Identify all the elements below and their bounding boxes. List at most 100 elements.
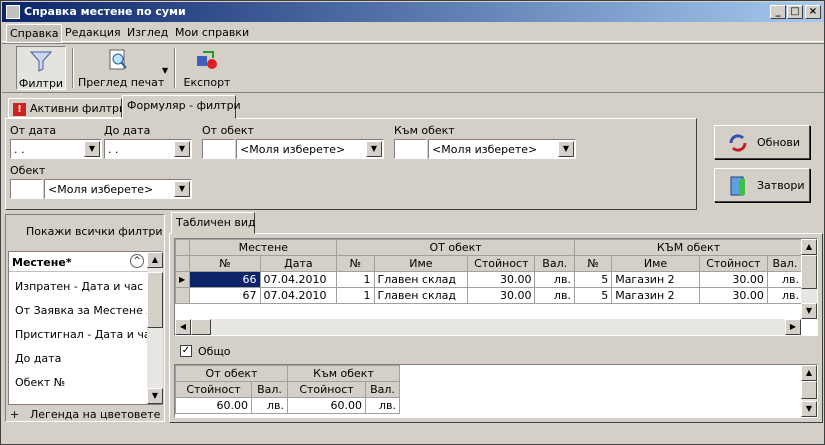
group-header-to: КЪМ обект	[573, 239, 804, 256]
column-header[interactable]: Вал.	[766, 255, 804, 272]
column-header[interactable]: №	[336, 255, 375, 272]
table-horizontal-scrollbar[interactable]: ◀ ▶	[175, 319, 801, 335]
print-preview-dropdown-icon[interactable]: ▼	[162, 66, 168, 75]
show-all-filters-link[interactable]: Покажи всички филтри	[26, 225, 163, 238]
group-header-from: От обект	[175, 365, 288, 382]
minimize-button[interactable]: _	[770, 5, 786, 19]
from-object-code-input[interactable]	[202, 139, 235, 159]
table-vertical-scrollbar[interactable]: ▲ ▼	[801, 239, 817, 319]
list-item[interactable]: Обект №	[15, 376, 65, 389]
scroll-thumb[interactable]	[801, 381, 817, 399]
toolbar-separator	[72, 48, 74, 88]
list-item[interactable]: До дата	[15, 352, 61, 365]
door-exit-icon	[730, 176, 745, 196]
menu-spravka[interactable]: Справка	[6, 24, 63, 43]
scroll-down-icon[interactable]: ▼	[801, 303, 817, 319]
column-header[interactable]: Име	[373, 255, 469, 272]
tab-active-filters[interactable]: ! Активни филтри	[8, 98, 126, 118]
title-bar: Справка местене по суми _ □ ×	[2, 2, 824, 22]
menu-view[interactable]: Изглед	[127, 26, 168, 39]
tab-table-view[interactable]: Табличен вид	[171, 212, 256, 234]
row-indicator-header	[175, 255, 191, 272]
totals-table-grid: От обект Към обект Стойност Вал. Стойнос…	[174, 364, 818, 418]
list-item[interactable]: Изпратен - Дата и час	[15, 280, 143, 293]
from-date-label: От дата	[10, 124, 57, 137]
warning-icon: !	[13, 102, 26, 116]
left-filter-panel: Покажи всички филтри Местене* ^ Изпратен…	[5, 214, 165, 422]
plus-icon[interactable]: +	[10, 408, 19, 421]
column-header[interactable]: Стойност	[175, 381, 252, 398]
scroll-right-icon[interactable]: ▶	[785, 319, 801, 335]
column-header[interactable]: Стойност	[698, 255, 768, 272]
color-legend-link[interactable]: Легенда на цветовете	[30, 408, 160, 421]
list-item[interactable]: Пристигнал - Дата и час	[15, 328, 157, 341]
to-object-code-input[interactable]	[394, 139, 427, 159]
scroll-up-icon[interactable]: ▲	[147, 252, 163, 268]
scroll-down-icon[interactable]: ▼	[147, 388, 163, 404]
filter-list: Местене* ^ Изпратен - Дата и час От Заяв…	[8, 251, 163, 405]
column-header[interactable]: Вал.	[251, 381, 288, 398]
scroll-thumb[interactable]	[801, 255, 817, 289]
group-header-to: Към обект	[287, 365, 400, 382]
total-label: Общо	[198, 345, 231, 358]
column-header[interactable]: Стойност	[467, 255, 536, 272]
table-row[interactable]: ▶ 66 07.04.2010 1 Главен склад 30.00 лв.…	[175, 271, 804, 288]
list-item[interactable]: От Заявка за Местене №	[15, 304, 158, 317]
moves-table-grid: Местене ОТ обект КЪМ обект № Дата № Име …	[174, 238, 818, 336]
menu-my-reports[interactable]: Мои справки	[175, 26, 249, 39]
refresh-icon	[729, 134, 747, 152]
refresh-button[interactable]: Обнови	[714, 125, 810, 159]
group-header-move: Местене	[189, 239, 338, 256]
to-date-field[interactable]: . . ▼	[104, 139, 192, 159]
collapse-icon[interactable]: ^	[130, 254, 144, 268]
menu-edit[interactable]: Редакция	[65, 26, 121, 39]
object-select[interactable]: <Моля изберете> ▼	[44, 179, 192, 199]
scroll-thumb[interactable]	[191, 319, 211, 335]
print-preview-button[interactable]: Преглед печат	[78, 46, 164, 90]
chevron-down-icon[interactable]: ▼	[174, 141, 190, 157]
toolbar: Филтри Преглед печат ▼ Експорт	[2, 43, 824, 93]
left-list-scrollbar[interactable]: ▲ ▼	[147, 252, 163, 404]
filter-icon	[29, 51, 53, 72]
chevron-down-icon[interactable]: ▼	[558, 141, 574, 157]
total-checkbox[interactable]: ✓	[180, 345, 192, 357]
close-button[interactable]: Затвори	[714, 168, 810, 202]
scroll-up-icon[interactable]: ▲	[801, 365, 817, 381]
from-object-label: От обект	[202, 124, 254, 137]
table-row[interactable]: 60.00 лв. 60.00 лв.	[175, 397, 400, 414]
export-button[interactable]: Експорт	[182, 46, 232, 90]
toolbar-separator	[174, 48, 176, 88]
column-header[interactable]: Име	[611, 255, 700, 272]
table-view-panel: Местене ОТ обект КЪМ обект № Дата № Име …	[169, 233, 823, 423]
to-object-select[interactable]: <Моля изберете> ▼	[428, 139, 576, 159]
from-object-select[interactable]: <Моля изберете> ▼	[236, 139, 384, 159]
table-row[interactable]: 67 07.04.2010 1 Главен склад 30.00 лв. 5…	[175, 287, 804, 304]
window-title: Справка местене по суми	[24, 5, 186, 18]
object-label: Обект	[10, 164, 46, 177]
column-header[interactable]: №	[573, 255, 613, 272]
menu-bar: Справка Редакция Изглед Мои справки	[2, 23, 824, 43]
scroll-down-icon[interactable]: ▼	[801, 401, 817, 417]
tab-form-filters[interactable]: Формуляр - филтри	[122, 95, 241, 119]
column-header[interactable]: Дата	[259, 255, 338, 272]
object-code-input[interactable]	[10, 179, 43, 199]
filter-list-header[interactable]: Местене* ^	[9, 252, 147, 272]
column-header[interactable]: Стойност	[287, 381, 366, 398]
chevron-down-icon[interactable]: ▼	[84, 141, 100, 157]
chevron-down-icon[interactable]: ▼	[366, 141, 382, 157]
column-header[interactable]: Вал.	[365, 381, 400, 398]
scroll-thumb[interactable]	[147, 272, 163, 328]
from-date-field[interactable]: . . ▼	[10, 139, 102, 159]
scroll-left-icon[interactable]: ◀	[175, 319, 191, 335]
close-window-button[interactable]: ×	[805, 5, 821, 19]
to-object-label: Към обект	[394, 124, 455, 137]
maximize-button[interactable]: □	[787, 5, 803, 19]
column-header[interactable]: Вал.	[534, 255, 575, 272]
scroll-up-icon[interactable]: ▲	[801, 239, 817, 255]
filters-button[interactable]: Филтри	[16, 46, 66, 90]
row-indicator-header	[175, 239, 191, 256]
totals-vertical-scrollbar[interactable]: ▲ ▼	[801, 365, 817, 417]
chevron-down-icon[interactable]: ▼	[174, 181, 190, 197]
totals-table: От обект Към обект Стойност Вал. Стойнос…	[175, 365, 400, 414]
column-header[interactable]: №	[189, 255, 261, 272]
